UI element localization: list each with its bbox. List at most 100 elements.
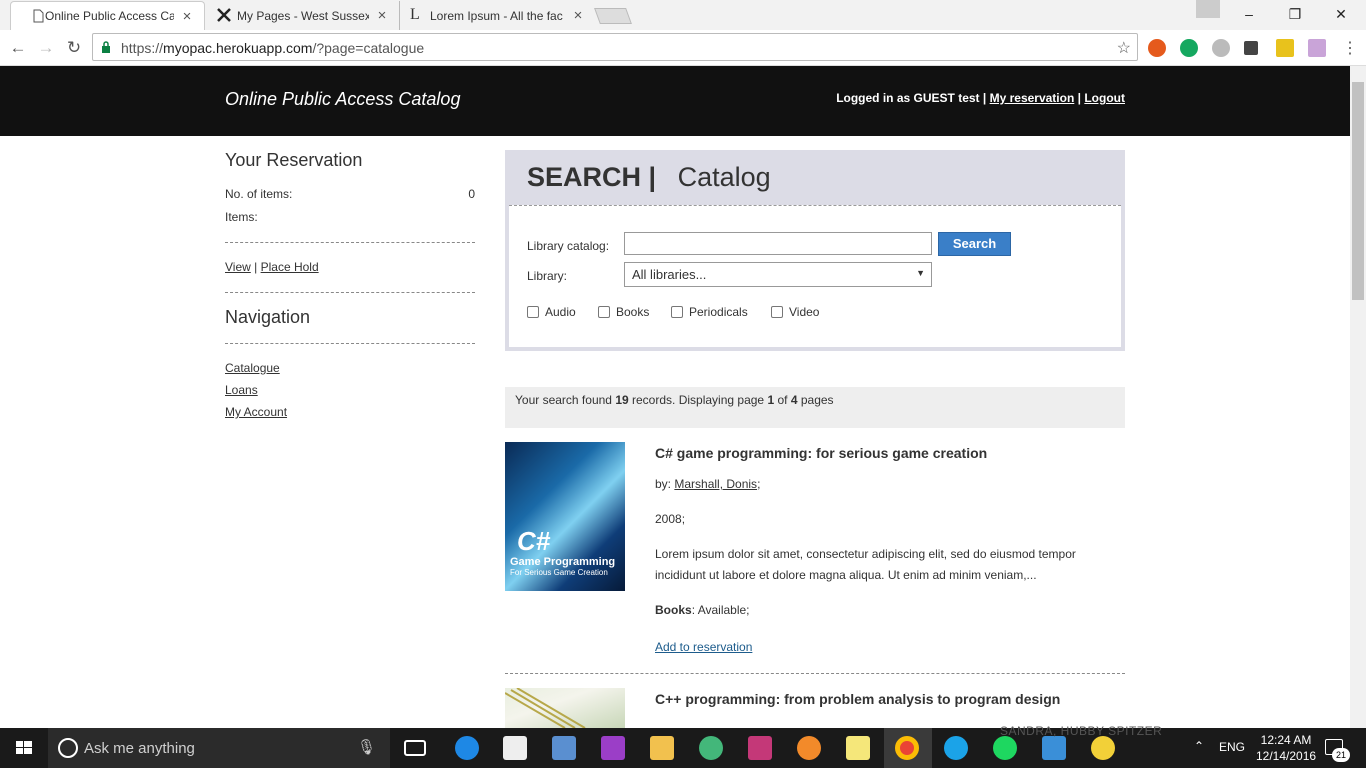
checkbox-periodicals[interactable]: Periodicals xyxy=(671,305,748,319)
url-input[interactable]: https://myopac.herokuapp.com/?page=catal… xyxy=(92,33,1138,61)
tray-chevron-icon[interactable]: ⌃ xyxy=(1194,739,1204,753)
results-summary: Your search found 19 records. Displaying… xyxy=(505,387,1125,428)
library-select[interactable]: All libraries... ▼ xyxy=(624,262,932,287)
store-icon[interactable] xyxy=(503,736,527,760)
sidebar: Your Reservation No. of items: 0 Items: … xyxy=(225,150,475,419)
tab-my-pages[interactable]: My Pages - West Sussex × xyxy=(205,1,400,30)
url-scheme: https:// xyxy=(121,40,164,56)
lock-icon xyxy=(102,41,110,53)
tab-online-public-access[interactable]: Online Public Access Cat × xyxy=(10,1,205,30)
tab-lorem-ipsum[interactable]: L Lorem Ipsum - All the fac × xyxy=(400,1,595,30)
results-middle: records. Displaying page xyxy=(632,393,765,407)
close-window-icon[interactable]: ✕ xyxy=(1318,0,1364,30)
lorem-l-icon: L xyxy=(410,6,420,23)
tab-title: My Pages - West Sussex xyxy=(237,8,369,23)
microphone-icon[interactable]: 🎙 xyxy=(357,738,376,756)
file-explorer-icon[interactable] xyxy=(650,736,674,760)
x-logo-icon xyxy=(217,8,231,22)
checkbox-video[interactable]: Video xyxy=(771,305,819,319)
add-to-reservation-link[interactable]: Add to reservation xyxy=(655,640,752,654)
chrome-icon[interactable] xyxy=(895,736,919,760)
place-hold-link[interactable]: Place Hold xyxy=(261,260,319,274)
checkbox-label: Books xyxy=(616,305,650,319)
checkbox-audio[interactable]: Audio xyxy=(527,305,576,319)
cortana-search-box[interactable]: Ask me anything 🎙 xyxy=(48,728,390,768)
author-link[interactable]: Marshall, Donis xyxy=(674,477,757,491)
checkbox-box[interactable] xyxy=(598,306,610,318)
intellij-icon[interactable] xyxy=(748,736,772,760)
checkbox-box[interactable] xyxy=(527,306,539,318)
book-title[interactable]: C# game programming: for serious game cr… xyxy=(655,445,1125,461)
language-indicator[interactable]: ENG xyxy=(1219,740,1245,754)
skype-icon[interactable] xyxy=(944,736,968,760)
atom-icon[interactable] xyxy=(699,736,723,760)
forward-icon[interactable]: → xyxy=(34,36,58,60)
navigation-heading: Navigation xyxy=(225,307,311,327)
phpstorm-icon[interactable] xyxy=(601,736,625,760)
scrollbar-thumb[interactable] xyxy=(1352,82,1364,300)
brackets-icon[interactable] xyxy=(797,736,821,760)
close-tab-icon[interactable]: × xyxy=(571,7,585,24)
extension-bug-icon[interactable] xyxy=(1244,41,1258,55)
cover-subtitle-2: For Serious Game Creation xyxy=(510,568,608,577)
profile-icon[interactable] xyxy=(1196,0,1220,18)
checkbox-box[interactable] xyxy=(671,306,683,318)
extension-fire-icon[interactable] xyxy=(1148,39,1166,57)
grammarly-icon[interactable] xyxy=(1180,39,1198,57)
book-cover-image[interactable]: C# Game Programming For Serious Game Cre… xyxy=(505,442,625,591)
tab-title: Lorem Ipsum - All the fac xyxy=(430,8,563,23)
book-author-line: by: Marshall, Donis; xyxy=(655,474,1125,495)
results-pages: 4 xyxy=(790,393,798,407)
reload-icon[interactable]: ↻ xyxy=(62,36,86,60)
new-tab-button[interactable] xyxy=(594,8,632,24)
results-prefix: Your search found xyxy=(515,393,612,407)
ghost-text: SANDRA, HUBBY SPITZER xyxy=(1000,724,1163,738)
checkbox-label: Video xyxy=(789,305,820,319)
extension-pdf-icon[interactable] xyxy=(1308,39,1326,57)
outlook-icon[interactable] xyxy=(1042,736,1066,760)
restore-icon[interactable]: ❐ xyxy=(1272,0,1318,30)
view-link[interactable]: View xyxy=(225,260,251,274)
reservation-heading: Your Reservation xyxy=(225,150,363,170)
url-text: https://myopac.herokuapp.com/?page=catal… xyxy=(121,40,424,56)
nav-link-catalogue[interactable]: Catalogue xyxy=(225,361,280,375)
search-button[interactable]: Search xyxy=(938,232,1011,256)
bookmark-star-icon[interactable]: ☆ xyxy=(1117,38,1131,58)
cortana-placeholder: Ask me anything xyxy=(84,740,195,757)
items-count-label: No. of items: xyxy=(225,187,293,201)
back-icon[interactable]: ← xyxy=(6,36,30,60)
book-title[interactable]: C++ programming: from problem analysis t… xyxy=(655,691,1060,707)
results-of: of xyxy=(777,393,788,407)
url-host: myopac.herokuapp.com xyxy=(163,40,313,56)
task-view-icon[interactable] xyxy=(404,740,426,756)
nav-link-loans[interactable]: Loans xyxy=(225,383,258,397)
close-tab-icon[interactable]: × xyxy=(180,8,194,25)
minimize-icon[interactable]: – xyxy=(1226,0,1272,30)
book-description: Lorem ipsum dolor sit amet, consectetur … xyxy=(655,547,1076,582)
availability-status: : Available; xyxy=(691,603,750,617)
book-cover-image[interactable] xyxy=(505,688,625,728)
virtualbox-icon[interactable] xyxy=(552,736,576,760)
close-tab-icon[interactable]: × xyxy=(375,7,389,24)
library-catalog-label: Library catalog: xyxy=(527,239,610,253)
items-row: Items: xyxy=(225,210,475,224)
app-icon[interactable] xyxy=(1091,736,1115,760)
start-button[interactable] xyxy=(0,728,48,768)
sticky-notes-icon[interactable] xyxy=(846,736,870,760)
chrome-menu-icon[interactable]: ⋮ xyxy=(1342,38,1358,58)
library-selected-value: All libraries... xyxy=(632,267,707,282)
checkbox-box[interactable] xyxy=(771,306,783,318)
catalog-search-input[interactable] xyxy=(624,232,932,255)
nav-link-my-account[interactable]: My Account xyxy=(225,405,287,419)
url-path: /?page=catalogue xyxy=(312,40,425,56)
clock-date: 12/14/2016 xyxy=(1256,749,1317,763)
my-reservation-link[interactable]: My reservation xyxy=(990,91,1075,105)
checkbox-books[interactable]: Books xyxy=(598,305,649,319)
by-label: by: xyxy=(655,477,672,491)
edge-icon[interactable] xyxy=(455,736,479,760)
extension-notes-icon[interactable] xyxy=(1276,39,1294,57)
spotify-icon[interactable] xyxy=(993,736,1017,760)
extension-cloud-icon[interactable] xyxy=(1212,39,1230,57)
clock[interactable]: 12:24 AM 12/14/2016 xyxy=(1256,732,1316,764)
logout-link[interactable]: Logout xyxy=(1084,91,1125,105)
